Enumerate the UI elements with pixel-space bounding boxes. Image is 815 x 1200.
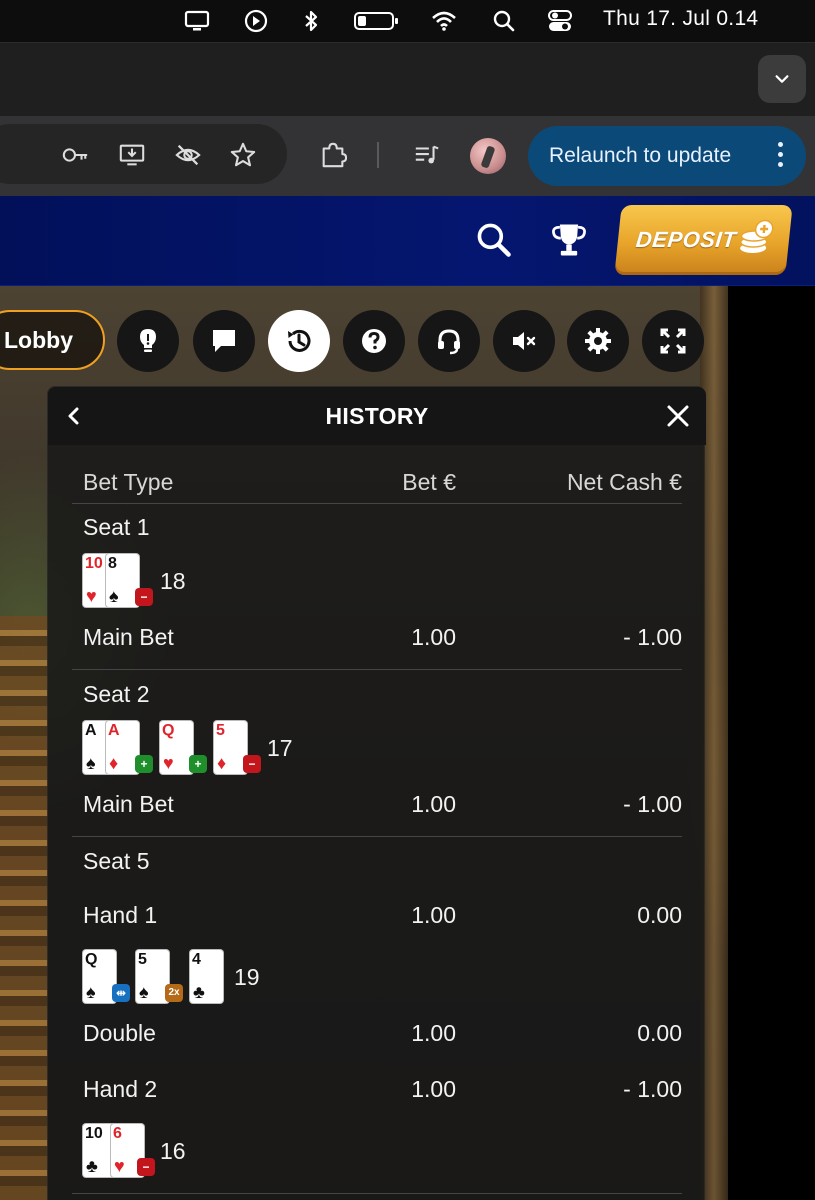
- bet-type: Double: [83, 1020, 156, 1046]
- column-header-bet: Bet €: [402, 469, 456, 495]
- browser-toolbar: Relaunch to update: [0, 116, 815, 196]
- install-app-icon[interactable]: [115, 138, 149, 172]
- support-headset-icon[interactable]: [418, 310, 480, 372]
- page-right-margin: [728, 286, 815, 1200]
- star-icon[interactable]: [226, 138, 260, 172]
- search-icon[interactable]: [490, 8, 518, 34]
- help-icon[interactable]: [343, 310, 405, 372]
- search-icon[interactable]: [472, 218, 516, 262]
- lose-badge-icon: −: [243, 755, 261, 773]
- key-icon[interactable]: [58, 138, 92, 172]
- media-queue-icon[interactable]: [410, 138, 444, 172]
- row-divider: [72, 669, 682, 670]
- hand-total: 16: [160, 1138, 186, 1164]
- seat-2-label: Seat 2: [83, 681, 150, 707]
- win-badge-icon: +: [189, 755, 207, 773]
- history-header: HISTORY: [48, 387, 706, 445]
- history-panel: HISTORY Bet Type Bet € Net Cash € Seat 1…: [47, 386, 706, 1200]
- more-options-icon[interactable]: [778, 142, 784, 167]
- deposit-button[interactable]: DEPOSIT: [614, 205, 793, 275]
- hand-total: 17: [267, 735, 293, 761]
- column-header-net-cash: Net Cash €: [566, 469, 682, 495]
- toolbar-separator: [377, 142, 379, 168]
- decor-pillar-left: [0, 616, 48, 1200]
- tab-search-button[interactable]: [758, 55, 806, 103]
- bet-type: Main Bet: [83, 624, 174, 650]
- bet-amount: 1.00: [411, 791, 456, 817]
- coins-icon: [740, 219, 774, 253]
- macos-menubar: Thu 17. Jul 0.14: [0, 0, 815, 42]
- battery-icon[interactable]: [352, 8, 400, 34]
- menubar-clock[interactable]: Thu 17. Jul 0.14: [603, 7, 758, 31]
- playing-card: 4 ♣: [190, 950, 223, 1003]
- net-cash: 0.00: [637, 1020, 682, 1046]
- column-header-bet-type: Bet Type: [83, 469, 174, 495]
- browser-tabstrip: [0, 42, 815, 116]
- header-divider: [72, 503, 682, 504]
- history-title: HISTORY: [325, 403, 429, 429]
- double-badge-icon: 2x: [165, 984, 183, 1002]
- lose-badge-icon: −: [135, 588, 153, 606]
- bet-amount: 1.00: [411, 1020, 456, 1046]
- net-cash: - 1.00: [623, 1076, 682, 1102]
- hand-total: 18: [160, 568, 186, 594]
- fullscreen-icon[interactable]: [642, 310, 704, 372]
- bet-amount: 1.00: [411, 1076, 456, 1102]
- hand-label: Hand 2: [83, 1076, 158, 1102]
- site-header: DEPOSIT: [0, 196, 815, 286]
- net-cash: - 1.00: [623, 624, 682, 650]
- bet-amount: 1.00: [411, 902, 456, 928]
- trophy-icon[interactable]: [547, 218, 591, 262]
- close-icon[interactable]: [665, 403, 691, 429]
- seat-1-label: Seat 1: [83, 514, 150, 540]
- chevron-down-icon: [775, 75, 789, 83]
- row-divider: [72, 1193, 682, 1194]
- eye-off-icon[interactable]: [171, 138, 205, 172]
- split-badge-icon: ⇹: [112, 984, 130, 1002]
- net-cash: - 1.00: [623, 791, 682, 817]
- seat-5-label: Seat 5: [83, 848, 150, 874]
- lobby-button[interactable]: Lobby: [0, 310, 105, 370]
- lose-badge-icon: −: [137, 1158, 155, 1176]
- bluetooth-icon[interactable]: [297, 8, 325, 34]
- display-icon[interactable]: [183, 8, 211, 34]
- history-icon[interactable]: [268, 310, 330, 372]
- relaunch-label: Relaunch to update: [549, 144, 732, 167]
- extensions-icon[interactable]: [316, 138, 350, 172]
- deposit-label: DEPOSIT: [634, 227, 738, 252]
- net-cash: 0.00: [637, 902, 682, 928]
- chat-icon[interactable]: [193, 310, 255, 372]
- mute-icon[interactable]: [493, 310, 555, 372]
- lightbulb-icon[interactable]: [117, 310, 179, 372]
- relaunch-button[interactable]: Relaunch to update: [528, 126, 806, 186]
- settings-icon[interactable]: [567, 310, 629, 372]
- bet-type: Main Bet: [83, 791, 174, 817]
- hand-total: 19: [234, 964, 260, 990]
- wifi-icon[interactable]: [430, 8, 458, 34]
- row-divider: [72, 836, 682, 837]
- hand-label: Hand 1: [83, 902, 158, 928]
- profile-avatar[interactable]: [470, 138, 506, 174]
- play-circle-icon[interactable]: [242, 8, 270, 34]
- control-center-icon[interactable]: [546, 8, 574, 34]
- bet-amount: 1.00: [411, 624, 456, 650]
- win-badge-icon: +: [135, 755, 153, 773]
